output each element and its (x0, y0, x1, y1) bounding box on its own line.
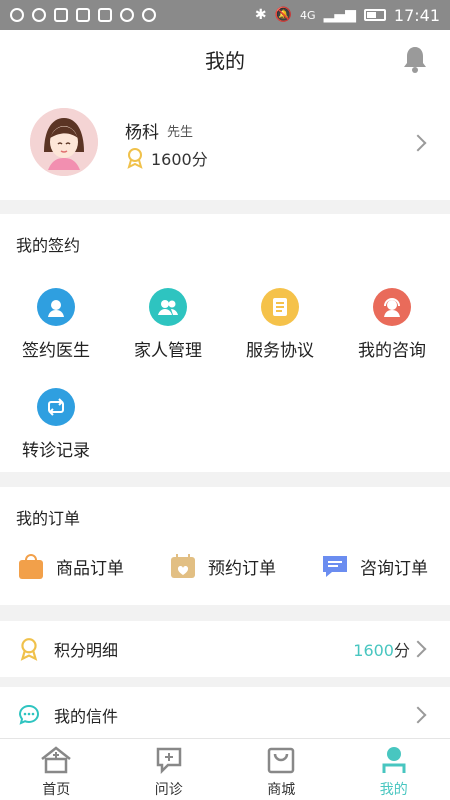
status-icons-right: ✱ 🔕 4G ▂▄▆ 17:41 (255, 6, 440, 25)
more-icon (142, 8, 156, 22)
qq-icon (10, 8, 24, 22)
signed-doctor-label: 签约医生 (22, 341, 90, 361)
page-title: 我的 (205, 48, 245, 73)
shield-icon (98, 8, 112, 22)
appointment-orders-button[interactable]: 预约订单 (168, 551, 276, 581)
bottom-tab-bar: 首页 问诊 商城 我的 (0, 738, 450, 800)
family-management-button[interactable]: 家人管理 (112, 272, 224, 372)
tab-inquiry-label: 问诊 (154, 782, 183, 798)
tab-inquiry[interactable]: 问诊 (113, 739, 226, 800)
trash-icon (54, 8, 68, 22)
bell-icon[interactable] (402, 44, 428, 74)
referral-records-button[interactable]: 转诊记录 (0, 372, 112, 472)
points-number: 1600 (353, 641, 394, 660)
user-gender: 先生 (167, 125, 194, 140)
my-consult-label: 我的咨询 (358, 341, 426, 361)
shopping-bag-icon (19, 554, 43, 579)
orders-row: 商品订单 预约订单 咨询订单 (0, 551, 450, 581)
globe-icon (32, 8, 46, 22)
referral-records-label: 转诊记录 (22, 441, 90, 461)
my-letters-row[interactable]: 我的信件 (0, 687, 450, 743)
wifi-icon (120, 8, 134, 22)
status-icons-left (10, 8, 156, 22)
mute-icon: 🔕 (274, 7, 293, 23)
tab-profile-label: 我的 (379, 782, 408, 798)
inquiry-icon (156, 747, 181, 775)
signing-section: 我的签约 签约医生 家人管理 服务协议 我的咨询 转诊记录 (0, 214, 450, 472)
consult-orders-label: 咨询订单 (360, 558, 428, 579)
consult-orders-button[interactable]: 咨询订单 (320, 551, 428, 581)
tab-home[interactable]: 首页 (0, 739, 113, 800)
bluetooth-icon: ✱ (254, 7, 267, 23)
consult-icon (373, 288, 411, 326)
product-orders-label: 商品订单 (56, 558, 124, 579)
signing-title: 我的签约 (16, 236, 81, 255)
badge-icon (20, 638, 38, 661)
home-icon (41, 746, 72, 774)
user-points: 1600分 (125, 146, 208, 170)
appointment-orders-label: 预约订单 (208, 558, 276, 579)
points-unit: 分 (393, 641, 410, 660)
signed-doctor-button[interactable]: 签约医生 (0, 272, 112, 372)
service-agreement-label: 服务协议 (246, 341, 314, 361)
chat-icon (323, 556, 347, 577)
family-management-label: 家人管理 (134, 341, 202, 361)
orders-section: 我的订单 商品订单 预约订单 咨询订单 (0, 487, 450, 605)
chevron-right-icon (409, 134, 427, 152)
my-letters-label: 我的信件 (54, 707, 119, 726)
message-icon (18, 704, 40, 725)
network-label: 4G (300, 8, 316, 22)
points-detail-row[interactable]: 积分明细 1600分 (0, 621, 450, 677)
battery-icon (363, 9, 386, 21)
calendar-icon (171, 554, 195, 578)
page-header: 我的 (0, 30, 450, 88)
points-detail-label: 积分明细 (54, 641, 119, 660)
image-icon (76, 8, 90, 22)
status-bar: ✱ 🔕 4G ▂▄▆ 17:41 (0, 0, 450, 30)
product-orders-button[interactable]: 商品订单 (16, 551, 124, 581)
tab-mall[interactable]: 商城 (225, 739, 338, 800)
tab-mall-label: 商城 (267, 782, 296, 798)
my-consult-button[interactable]: 我的咨询 (336, 272, 448, 372)
user-name: 杨科 (125, 123, 159, 143)
points-value: 1600分 (151, 150, 208, 169)
orders-title: 我的订单 (16, 509, 81, 528)
profile-card[interactable]: 杨科 先生 1600分 (0, 88, 450, 200)
chevron-right-icon (409, 706, 427, 724)
tab-profile[interactable]: 我的 (338, 739, 450, 800)
agreement-icon (261, 288, 299, 326)
tab-home-label: 首页 (42, 782, 71, 798)
mall-icon (268, 747, 295, 774)
referral-icon (37, 388, 75, 426)
avatar (30, 108, 98, 176)
doctor-icon (37, 288, 75, 326)
clock: 17:41 (393, 5, 440, 25)
signal-icon: ▂▄▆ (323, 7, 356, 23)
profile-icon (382, 747, 406, 773)
signing-grid: 签约医生 家人管理 服务协议 我的咨询 转诊记录 (0, 272, 450, 472)
chevron-right-icon (409, 640, 427, 658)
service-agreement-button[interactable]: 服务协议 (224, 272, 336, 372)
points-detail-value: 1600分 (353, 637, 410, 661)
medal-icon (127, 148, 143, 169)
family-icon (149, 288, 187, 326)
